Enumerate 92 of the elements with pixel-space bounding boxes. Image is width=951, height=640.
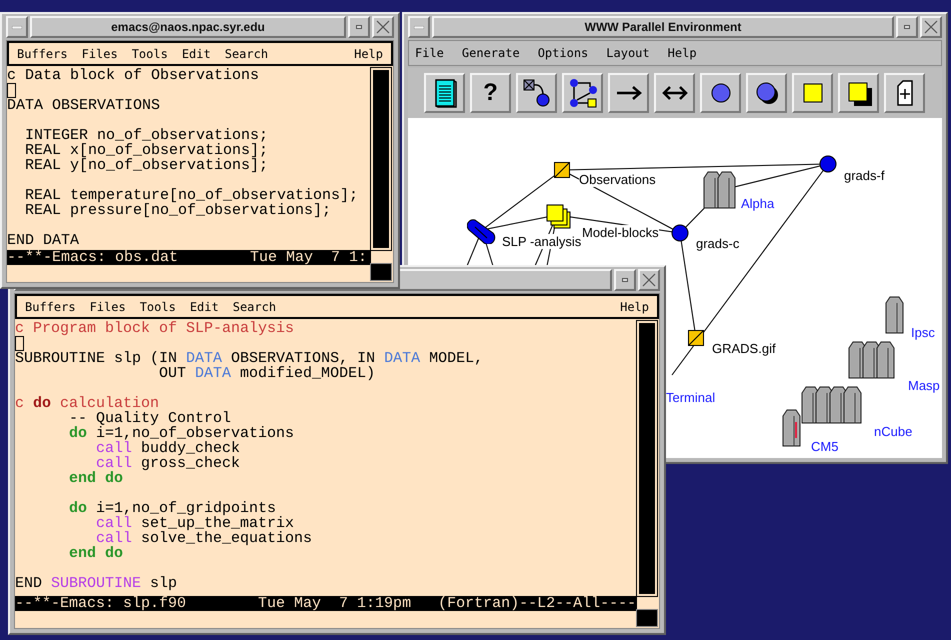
minimize-icon — [356, 25, 362, 29]
dash-icon — [414, 26, 424, 28]
close-icon — [376, 20, 390, 34]
code-line: REAL x[no_of_observations]; — [24, 143, 268, 158]
close-button[interactable] — [920, 16, 942, 38]
menu-item[interactable]: Help — [620, 300, 649, 314]
square-node-icon — [554, 162, 570, 178]
close-icon — [642, 273, 656, 287]
toolbar-button[interactable] — [700, 73, 741, 113]
stacked-squares-icon — [546, 204, 572, 230]
node-label[interactable]: nCube — [874, 424, 912, 439]
code-line: DATA OBSERVATIONS — [7, 98, 160, 113]
node-label[interactable]: grads-f — [844, 168, 884, 183]
circle-node-icon — [671, 224, 689, 242]
toolbar-button[interactable] — [884, 73, 925, 113]
menu-item[interactable]: Layout — [606, 46, 650, 60]
menu-item[interactable]: Files — [82, 46, 118, 60]
menu-item[interactable]: Buffers — [17, 46, 68, 60]
toolbar-button[interactable] — [562, 73, 603, 113]
minimize-button[interactable] — [896, 16, 918, 38]
square-node-icon — [688, 330, 704, 346]
minimize-button[interactable] — [614, 269, 636, 291]
node-label[interactable]: grads-c — [696, 236, 740, 251]
toolbar-button[interactable] — [838, 73, 879, 113]
node-transform-icon — [522, 78, 552, 108]
toolbar-button[interactable] — [792, 73, 833, 113]
node-label[interactable]: Model-blocks — [582, 225, 659, 240]
code-line: c Program block of SLP-analysis — [15, 321, 294, 336]
graph-icon — [568, 78, 598, 108]
node-label[interactable]: Ipsc — [911, 325, 935, 340]
code-line: call set_up_the_matrix — [95, 516, 294, 531]
scroll-corner — [637, 610, 657, 626]
toolbar-button[interactable] — [654, 73, 695, 113]
code-line: END SUBROUTINE slp — [15, 576, 178, 591]
code-line: SUBROUTINE slp (IN DATA OBSERVATIONS, IN DATA MODEL, — [15, 351, 484, 366]
dash-icon — [12, 26, 22, 28]
toolbar-button[interactable] — [608, 73, 649, 113]
code-line: -- Quality Control — [68, 411, 232, 426]
code-line: end do — [68, 546, 124, 561]
toolbar-button[interactable] — [424, 73, 465, 113]
node-label[interactable]: GRADS.gif — [712, 341, 776, 356]
code-line: call gross_check — [95, 456, 240, 471]
node-label[interactable]: CM5 — [811, 439, 838, 454]
cylinder-icon — [467, 218, 497, 244]
code-line: call solve_the_equations — [95, 531, 312, 546]
code-line: call buddy_check — [95, 441, 240, 456]
scrollbar[interactable] — [371, 68, 391, 250]
menu-item[interactable]: Tools — [140, 300, 176, 314]
code-line: end do — [68, 471, 124, 486]
code-line: do i=1,no_of_observations — [68, 426, 294, 441]
code-line: END DATA — [7, 233, 80, 248]
minimize-icon — [904, 25, 910, 29]
menu-item[interactable]: Generate — [462, 46, 520, 60]
menu-item[interactable]: Files — [90, 300, 126, 314]
code-line: REAL pressure[no_of_observations]; — [24, 203, 332, 218]
menu-item[interactable]: Buffers — [25, 300, 76, 314]
menu-item[interactable]: Help — [354, 46, 383, 60]
code-line: OUT DATA modified_MODEL) — [159, 366, 376, 381]
node-label[interactable]: Terminal — [666, 390, 716, 405]
menu-item[interactable]: File — [415, 46, 444, 60]
menu-item[interactable]: Edit — [182, 46, 211, 60]
close-icon — [924, 20, 938, 34]
toolbar-button[interactable] — [746, 73, 787, 113]
menu-item[interactable]: Tools — [132, 46, 168, 60]
code-line: c Data block of Observations — [7, 68, 260, 83]
node-label[interactable]: Alpha — [741, 196, 774, 211]
toolbar-button[interactable] — [516, 73, 557, 113]
scrollbar[interactable] — [637, 321, 657, 596]
circle-node-icon — [819, 155, 837, 173]
close-button[interactable] — [372, 16, 394, 38]
code-line: INTEGER no_of_observations; — [24, 128, 268, 143]
menu-item[interactable]: Search — [224, 46, 268, 60]
code-line: c do calculation — [15, 396, 160, 411]
menu-item[interactable]: Help — [668, 46, 697, 60]
node-label[interactable]: SLP -analysis — [502, 234, 582, 249]
menu-item[interactable]: Options — [538, 46, 588, 60]
window-title: WWW Parallel Environment — [432, 16, 894, 38]
node-label[interactable]: Observations — [579, 172, 656, 187]
minimize-button[interactable] — [348, 16, 370, 38]
scroll-corner — [371, 264, 391, 280]
window-menu-button[interactable] — [408, 16, 430, 38]
window-menu-button[interactable] — [6, 16, 28, 38]
menu-item[interactable]: Search — [232, 300, 276, 314]
close-button[interactable] — [638, 269, 660, 291]
node-label[interactable]: Masp — [908, 378, 940, 393]
code-line: do i=1,no_of_gridpoints — [68, 501, 276, 516]
toolbar-button[interactable]: ? — [470, 73, 511, 113]
menu-item[interactable]: Edit — [190, 300, 219, 314]
code-line: REAL temperature[no_of_observations]; — [24, 188, 358, 203]
code-line: REAL y[no_of_observations]; — [24, 158, 268, 173]
window-title: emacs@naos.npac.syr.edu — [30, 16, 346, 38]
minimize-icon — [622, 278, 628, 282]
